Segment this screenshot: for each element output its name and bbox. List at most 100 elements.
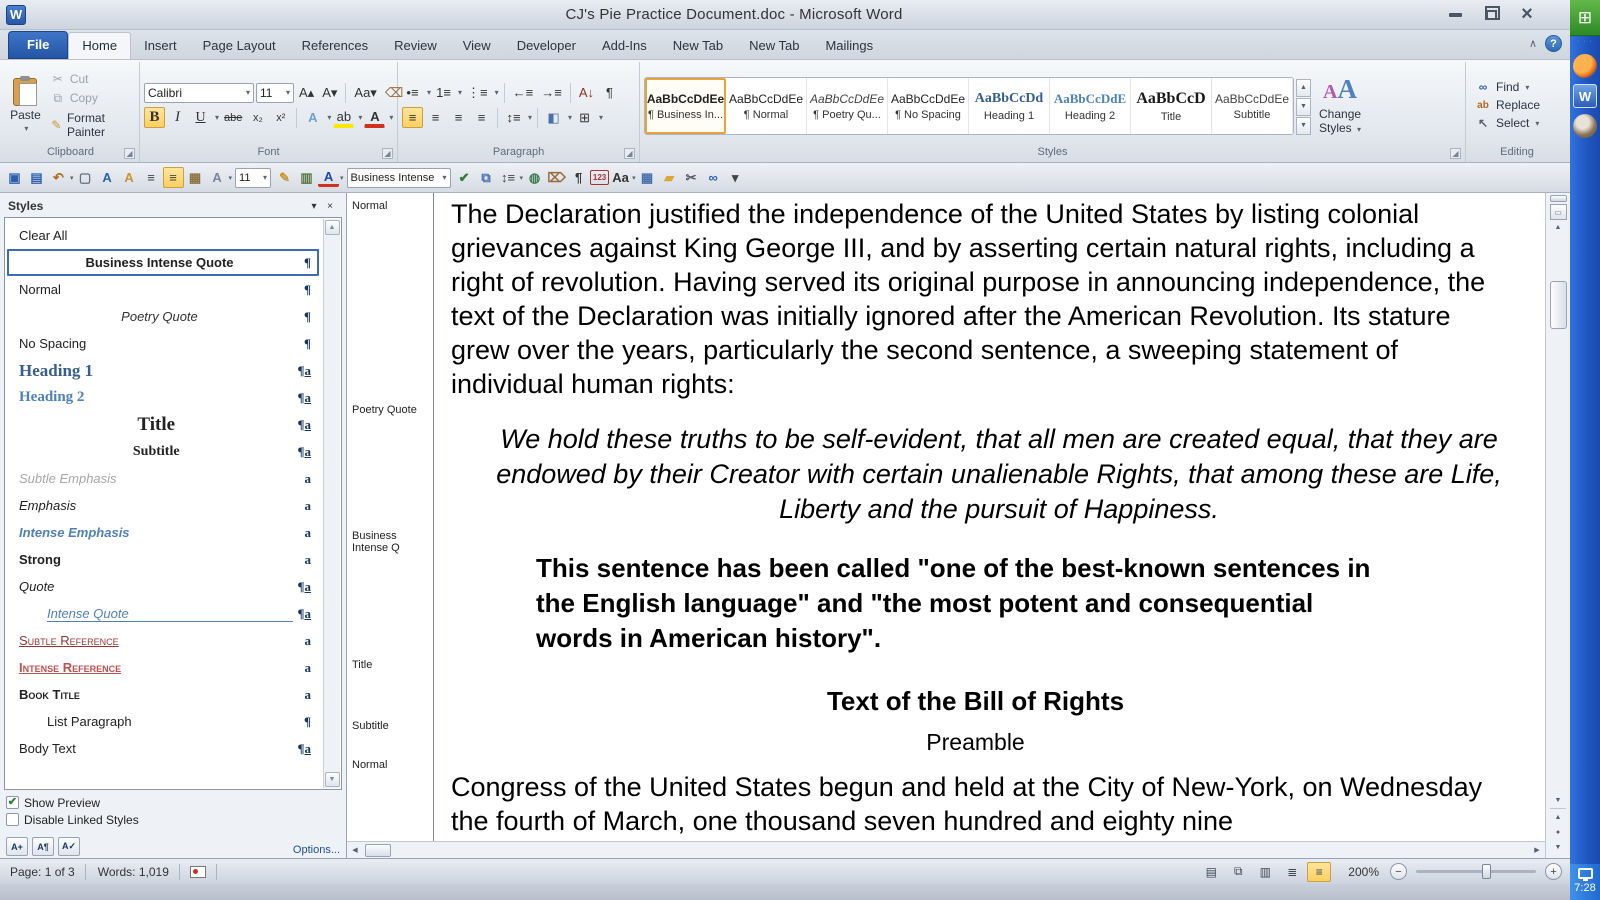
- network-icon[interactable]: [1578, 868, 1593, 879]
- align-left-button[interactable]: ≡: [402, 107, 423, 128]
- chevron-down-icon[interactable]: ▾: [356, 113, 362, 122]
- clear-all-item[interactable]: Clear All: [7, 222, 319, 249]
- align-center-button[interactable]: ≡: [425, 107, 446, 128]
- new-style-button[interactable]: A+: [6, 837, 28, 856]
- previous-page-icon[interactable]: ▲: [1550, 811, 1566, 824]
- paragraph-text[interactable]: The Declaration justified the independen…: [433, 197, 1545, 401]
- gallery-scroll-up-icon[interactable]: ▲: [1296, 79, 1311, 97]
- style-item-business-intense-quote[interactable]: Business Intense Quote¶: [7, 249, 319, 276]
- macro-recording-icon[interactable]: [190, 866, 206, 878]
- open-icon[interactable]: ▰: [659, 167, 680, 188]
- tab-file[interactable]: File: [8, 31, 68, 59]
- format-painter-button[interactable]: ✎Format Painter: [47, 110, 135, 140]
- grow-font-button[interactable]: A▴: [296, 82, 317, 103]
- style-item-strong[interactable]: Stronga: [7, 546, 319, 573]
- gallery-style--no-spacing[interactable]: AaBbCcDdEe¶ No Spacing: [888, 78, 969, 134]
- style-item-body-text[interactable]: Body Text¶a: [7, 735, 319, 762]
- dialog-launcher-icon[interactable]: ◢: [624, 148, 635, 159]
- gallery-scroll-down-icon[interactable]: ▼: [1296, 98, 1311, 116]
- paste-button[interactable]: Paste ▾: [6, 65, 45, 145]
- tab-new-tab[interactable]: New Tab: [736, 33, 812, 59]
- style-item-heading-2[interactable]: Heading 2¶a: [7, 384, 319, 411]
- style-item-subtle-emphasis[interactable]: Subtle Emphasisa: [7, 465, 319, 492]
- page-indicator[interactable]: Page: 1 of 3: [8, 865, 85, 879]
- web-layout-view-icon[interactable]: ▥: [1253, 862, 1277, 882]
- gallery-style--poetry-qu-[interactable]: AaBbCcDdEe¶ Poetry Qu...: [807, 78, 888, 134]
- select-button[interactable]: ↖Select▾: [1474, 116, 1540, 130]
- ruler-toggle-icon[interactable]: ▭: [1550, 204, 1567, 220]
- find-icon[interactable]: ∞: [703, 167, 724, 188]
- styles-options-link[interactable]: Options...: [293, 844, 340, 856]
- close-button[interactable]: ×: [1514, 6, 1540, 24]
- decrease-indent-button[interactable]: ←≡: [510, 82, 537, 103]
- paragraph-text[interactable]: Preamble: [433, 729, 1545, 756]
- gallery-style--normal[interactable]: AaBbCcDdEe¶ Normal: [726, 78, 807, 134]
- increase-indent-button[interactable]: →≡: [538, 82, 565, 103]
- scroll-right-icon[interactable]: ▶: [1529, 843, 1545, 858]
- quick-style-icon[interactable]: A: [119, 167, 140, 188]
- style-inspector-button[interactable]: A¶: [32, 837, 54, 856]
- paragraph-text[interactable]: Text of the Bill of Rights: [433, 686, 1545, 717]
- draft-view-icon[interactable]: ≡: [1307, 862, 1331, 882]
- read-layout-icon[interactable]: ⧉: [476, 167, 497, 188]
- paragraph-text[interactable]: We hold these truths to be self-evident,…: [433, 422, 1545, 527]
- change-case-icon[interactable]: Aa: [610, 167, 631, 188]
- tab-add-ins[interactable]: Add-Ins: [589, 33, 660, 59]
- align-right-button[interactable]: ≡: [448, 107, 469, 128]
- horizontal-scroll-thumb[interactable]: [365, 844, 391, 857]
- tab-mailings[interactable]: Mailings: [812, 33, 886, 59]
- line-spacing-icon[interactable]: ↕≡: [498, 167, 519, 188]
- cut-icon[interactable]: ✂: [681, 167, 702, 188]
- help-icon[interactable]: ?: [1545, 35, 1562, 52]
- spelling-icon[interactable]: ✔: [454, 167, 475, 188]
- scroll-down-icon[interactable]: ▼: [325, 772, 340, 787]
- chevron-down-icon[interactable]: ▾: [70, 174, 74, 182]
- save-icon[interactable]: ▣: [4, 167, 25, 188]
- borders-button[interactable]: ⊞: [574, 107, 595, 128]
- insert-picture-icon[interactable]: ▦: [185, 167, 206, 188]
- style-item-intense-quote[interactable]: Intense Quote¶a: [7, 600, 319, 627]
- zoom-slider[interactable]: [1416, 870, 1536, 873]
- paragraph-text[interactable]: This sentence has been called "one of th…: [433, 551, 1545, 656]
- cut-button[interactable]: ✂Cut: [47, 71, 135, 87]
- disable-linked-checkbox[interactable]: Disable Linked Styles: [6, 811, 340, 828]
- sort-button[interactable]: A↓: [576, 82, 597, 103]
- show-preview-checkbox[interactable]: ✔ Show Preview: [6, 794, 340, 811]
- chevron-down-icon[interactable]: ▾: [493, 88, 499, 97]
- zoom-in-icon[interactable]: +: [1545, 863, 1562, 880]
- bold-button[interactable]: B: [144, 107, 165, 128]
- outline-view-icon[interactable]: ≣: [1280, 862, 1304, 882]
- gallery-style-subtitle[interactable]: AaBbCcDdEeSubtitle: [1212, 78, 1293, 134]
- show-hide-marks-button[interactable]: ¶: [599, 82, 620, 103]
- word-taskbar-icon[interactable]: W: [1573, 84, 1597, 108]
- gallery-more-icon[interactable]: ▼: [1296, 117, 1311, 135]
- scroll-left-icon[interactable]: ◀: [347, 843, 363, 858]
- font-size-select[interactable]: 11▾: [256, 83, 294, 103]
- style-item-book-title[interactable]: Book Titlea: [7, 681, 319, 708]
- style-item-subtitle[interactable]: Subtitle¶a: [7, 438, 319, 465]
- style-item-no-spacing[interactable]: No Spacing¶: [7, 330, 319, 357]
- chevron-down-icon[interactable]: ▾: [340, 174, 344, 182]
- dialog-launcher-icon[interactable]: ◢: [124, 148, 135, 159]
- zoom-level[interactable]: 200%: [1348, 865, 1379, 879]
- chevron-down-icon[interactable]: ▾: [566, 113, 572, 122]
- hyperlink-icon[interactable]: ◍: [524, 167, 545, 188]
- print-layout-view-icon[interactable]: ▤: [1199, 862, 1223, 882]
- justify-button[interactable]: ≡: [471, 107, 492, 128]
- insert-table-icon[interactable]: ▦: [637, 167, 658, 188]
- clear-formatting-icon[interactable]: ⌦: [546, 167, 567, 188]
- chevron-down-icon[interactable]: ▾: [387, 113, 393, 122]
- toolbar-options-icon[interactable]: ▾: [725, 167, 746, 188]
- style-item-list-paragraph[interactable]: List Paragraph¶: [7, 708, 319, 735]
- document-canvas[interactable]: NormalThe Declaration justified the inde…: [347, 193, 1545, 841]
- show-paragraph-icon[interactable]: ¶: [568, 167, 589, 188]
- change-styles-button[interactable]: AA Change Styles ▾: [1313, 76, 1367, 135]
- font-family-select[interactable]: Calibri▾: [144, 83, 254, 103]
- style-combo[interactable]: Business Intense▾: [347, 168, 451, 188]
- text-effects-button[interactable]: A: [302, 107, 323, 128]
- paragraph-text[interactable]: Congress of the United States begun and …: [433, 770, 1545, 838]
- bullets-button[interactable]: •≡: [402, 82, 423, 103]
- tab-new-tab[interactable]: New Tab: [660, 33, 736, 59]
- tab-developer[interactable]: Developer: [504, 33, 589, 59]
- chevron-down-icon[interactable]: ▾: [325, 113, 331, 122]
